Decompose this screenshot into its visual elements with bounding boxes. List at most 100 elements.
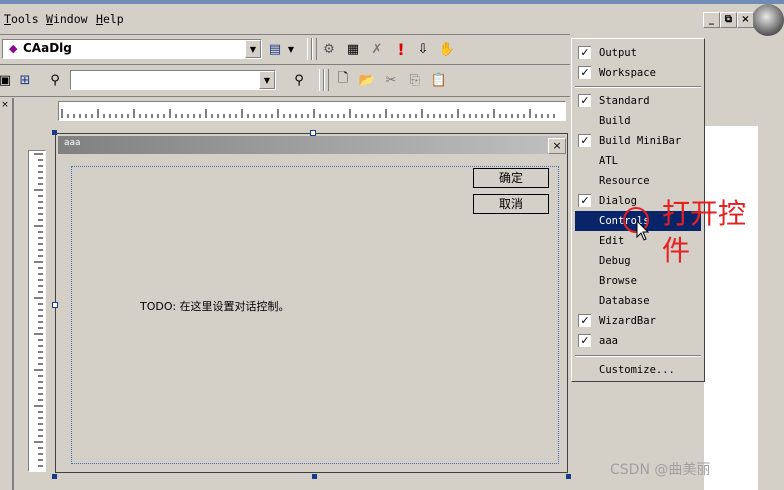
watermark: CSDN @曲美丽	[610, 462, 711, 478]
ok-button[interactable]: 确定	[473, 168, 549, 188]
stop-build-button[interactable]: ✗	[366, 38, 388, 60]
resize-handle[interactable]	[52, 302, 58, 308]
menu-item-label: Edit	[599, 235, 625, 247]
compile-button[interactable]: ⚙	[318, 38, 340, 60]
find-in-files-icon: ⚲	[294, 72, 304, 88]
workspace-panel[interactable]	[0, 98, 12, 490]
restore-icon: ⧉	[724, 14, 733, 25]
mouse-cursor-icon	[636, 220, 650, 241]
toolbar-grip[interactable]	[324, 69, 329, 91]
menu-tools[interactable]: Tools	[4, 12, 39, 26]
class-diamond-icon: ◆	[9, 42, 18, 55]
open-folder-icon: 📂	[358, 72, 376, 88]
avatar	[752, 4, 784, 36]
menu-help[interactable]: Help	[96, 12, 124, 26]
find-in-files-button[interactable]: ⚲	[288, 69, 310, 91]
menu-window[interactable]: Window	[46, 12, 88, 26]
execute-icon: !	[397, 39, 405, 59]
new-file-button[interactable]: 🗋	[332, 69, 354, 91]
dialog-title-bar[interactable]	[58, 136, 565, 154]
breakpoint-button[interactable]: ✋	[436, 38, 458, 60]
menu-item-output[interactable]: ✓ Output	[575, 43, 701, 63]
class-combo-value: CAaDlg	[23, 41, 72, 55]
class-combo[interactable]: ◆ CAaDlg ▼	[2, 39, 262, 59]
ruler-ticks	[34, 153, 43, 467]
menu-item-label: Browse	[599, 275, 637, 287]
chevron-down-icon[interactable]: ▼	[245, 40, 261, 58]
wizard-action-button[interactable]: ▤	[264, 38, 286, 60]
close-icon: ×	[741, 14, 750, 25]
go-icon: ⇩	[417, 41, 429, 57]
menu-item-build[interactable]: Build	[575, 111, 701, 131]
close-icon: ×	[1, 100, 9, 110]
build-icon: ▦	[346, 41, 360, 57]
restore-button[interactable]: ⧉	[720, 12, 737, 28]
paste-icon: 📋	[430, 72, 448, 88]
output-area[interactable]	[704, 126, 758, 490]
scissors-icon: ✂	[385, 72, 397, 88]
minimize-icon: _	[709, 14, 714, 25]
workspace-icon: ▣	[0, 72, 12, 88]
menu-item-aaa[interactable]: ✓ aaa	[575, 331, 701, 351]
execute-button[interactable]: !	[390, 38, 412, 60]
menu-separator	[575, 355, 701, 357]
menu-item-browse[interactable]: Browse	[575, 271, 701, 291]
panel-close-button[interactable]: ×	[0, 100, 10, 112]
menu-item-wizardbar[interactable]: ✓ WizardBar	[575, 311, 701, 331]
menu-item-customize[interactable]: Customize...	[575, 360, 701, 380]
copy-button[interactable]: ⎘	[404, 69, 426, 91]
resize-handle[interactable]	[310, 130, 316, 136]
menu-item-database[interactable]: Database	[575, 291, 701, 311]
minimize-button[interactable]: _	[703, 12, 720, 28]
resize-handle[interactable]	[52, 474, 57, 479]
menu-item-label: Workspace	[599, 67, 656, 79]
class-view-button[interactable]: ⊞	[14, 69, 36, 91]
todo-static-text[interactable]: TODO: 在这里设置对话控制。	[140, 298, 290, 314]
cut-button[interactable]: ✂	[380, 69, 402, 91]
wizard-action-icon: ▤	[268, 41, 282, 57]
paste-button[interactable]: 📋	[428, 69, 450, 91]
menu-item-label: Customize...	[599, 364, 675, 376]
menu-item-label: Output	[599, 47, 637, 59]
menu-item-label: ATL	[599, 155, 618, 167]
binoculars-icon: ⚲	[50, 72, 60, 88]
menu-item-label: Database	[599, 295, 650, 307]
find-button[interactable]: ⚲	[44, 69, 66, 91]
class-view-icon: ⊞	[19, 72, 31, 88]
menu-item-build-minibar[interactable]: ✓ Build MiniBar	[575, 131, 701, 151]
stop-build-icon: ✗	[371, 41, 383, 57]
check-icon: ✓	[578, 194, 591, 207]
menu-item-label: Resource	[599, 175, 650, 187]
resize-handle[interactable]	[52, 130, 57, 135]
check-icon: ✓	[578, 314, 591, 327]
resize-handle[interactable]	[312, 474, 317, 479]
menu-item-atl[interactable]: ATL	[575, 151, 701, 171]
menu-item-label: Dialog	[599, 195, 637, 207]
menu-item-label: Standard	[599, 95, 650, 107]
dialog-close-button[interactable]: ×	[548, 138, 566, 154]
open-button[interactable]: 📂	[356, 69, 378, 91]
check-icon: ✓	[578, 334, 591, 347]
cancel-button[interactable]: 取消	[473, 194, 549, 214]
menu-separator	[575, 86, 701, 88]
chevron-down-icon[interactable]: ▼	[259, 71, 275, 89]
toolbar-grip[interactable]	[312, 38, 317, 60]
menu-item-label: Build MiniBar	[599, 135, 682, 147]
build-button[interactable]: ▦	[342, 38, 364, 60]
wizard-dropdown-button[interactable]: ▼	[285, 38, 297, 60]
check-icon: ✓	[578, 94, 591, 107]
new-file-icon: 🗋	[337, 71, 349, 86]
menu-item-label: Build	[599, 115, 631, 127]
hand-icon: ✋	[438, 41, 456, 57]
menu-item-standard[interactable]: ✓ Standard	[575, 91, 701, 111]
close-icon: ×	[552, 139, 562, 152]
menu-item-resource[interactable]: Resource	[575, 171, 701, 191]
close-button[interactable]: ×	[737, 12, 754, 28]
splitter[interactable]	[12, 98, 14, 490]
compile-icon: ⚙	[323, 41, 335, 57]
resize-handle[interactable]	[566, 474, 571, 479]
go-button[interactable]: ⇩	[412, 38, 434, 60]
title-bar	[0, 0, 784, 4]
menu-item-workspace[interactable]: ✓ Workspace	[575, 63, 701, 83]
find-combo[interactable]: ▼	[70, 70, 276, 90]
